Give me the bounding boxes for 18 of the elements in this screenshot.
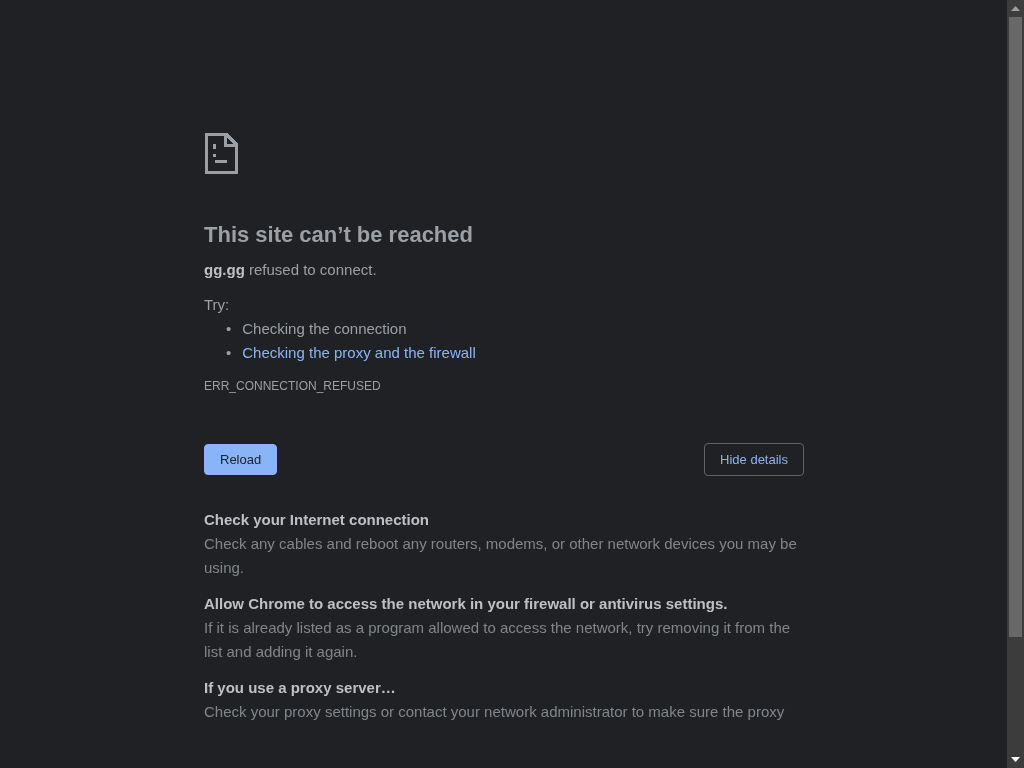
bullet: • [226,343,232,363]
try-label: Try: [204,295,231,315]
details-text: If it is already listed as a program allowed to access the network, try removing it from the list and adding it again. [204,618,792,662]
error-title: This site can’t be reached [204,221,474,249]
details-heading: Check your Internet connection [204,510,431,530]
details-heading: If you use a proxy server… [204,678,397,698]
details-text: Check any cables and reboot any routers, modems, or other network devices you may be using. [204,534,798,578]
proxy-firewall-link[interactable]: Checking the proxy and the firewall [242,341,476,365]
reload-button[interactable]: Reload [204,444,278,475]
error-code: ERR_CONNECTION_REFUSED [204,379,382,393]
details-button[interactable]: Hide details [704,443,804,476]
suggestion-text: Checking the connection [242,319,407,339]
scrollbar-thumb[interactable] [1007,17,1024,637]
details-heading: Allow Chrome to access the network in your firewall or antivirus settings. [204,594,729,614]
error-summary: gg.gg refused to connect. [204,260,378,280]
sad-page-icon [204,132,238,174]
details-text: Check your proxy settings or contact your network administrator to make sure the proxy [204,702,786,722]
bullet: • [226,319,232,339]
